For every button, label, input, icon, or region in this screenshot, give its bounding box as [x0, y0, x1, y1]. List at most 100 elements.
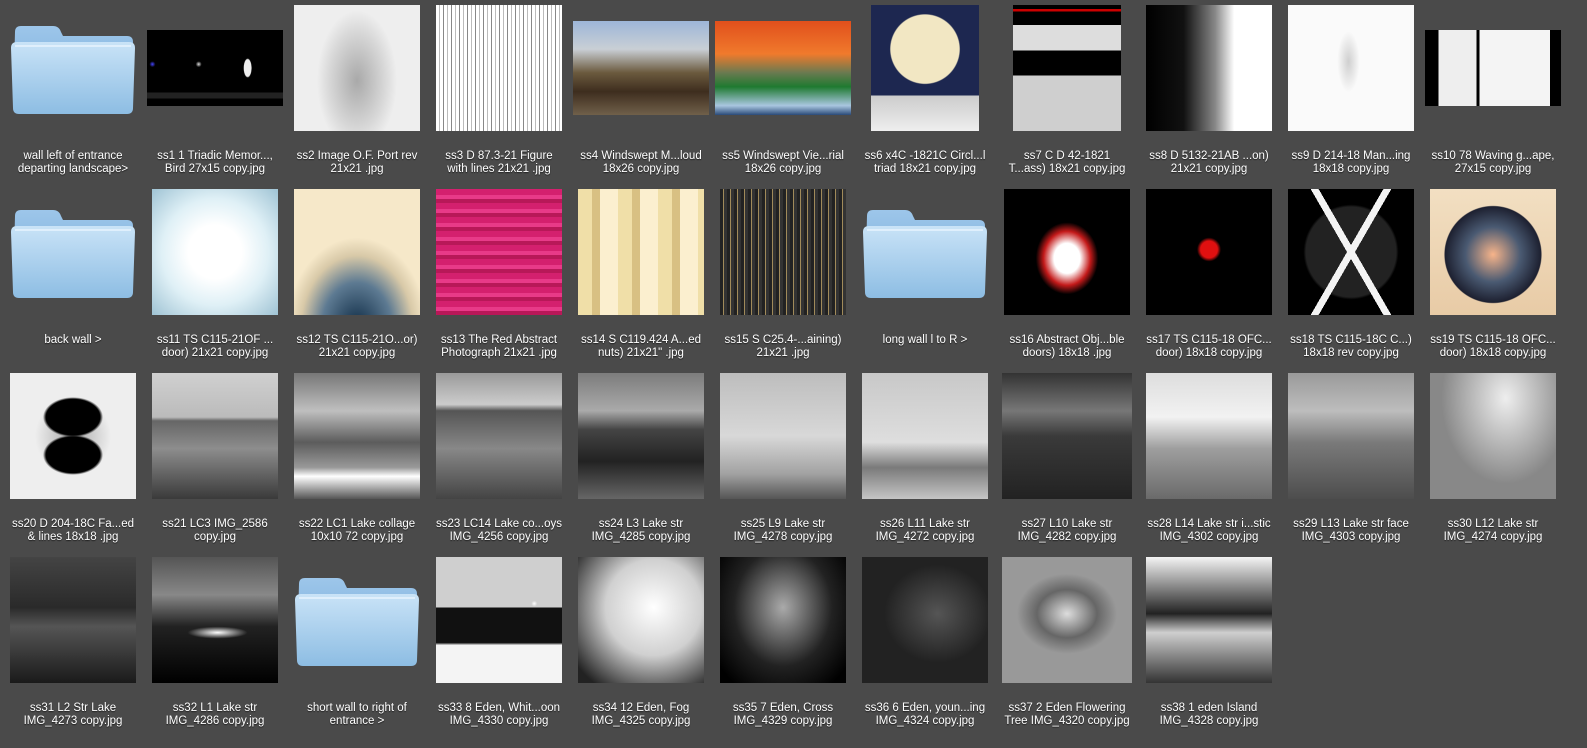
file-name: ss37 2 Eden Flowering Tree IMG_4320 copy… [1004, 702, 1130, 727]
file-item[interactable]: ss34 12 Eden, Fog IMG_4325 copy.jpg [570, 554, 712, 738]
file-name: ss25 L9 Lake str IMG_4278 copy.jpg [733, 518, 833, 543]
file-name: ss27 L10 Lake str IMG_4282 copy.jpg [1017, 518, 1117, 543]
file-item[interactable]: ss35 7 Eden, Cross IMG_4329 copy.jpg [712, 554, 854, 738]
file-item[interactable]: ss5 Windswept Vie...rial 18x26 copy.jpg [712, 2, 854, 186]
thumbnail-frame [1138, 186, 1280, 318]
file-item[interactable]: ss19 TS C115-18 OFC... door) 18x18 copy.… [1422, 186, 1564, 370]
thumbnail-frame [286, 186, 428, 318]
file-name: ss22 LC1 Lake collage 10x10 72 copy.jpg [298, 518, 416, 543]
folder-name: long wall l to R > [882, 334, 968, 346]
file-item[interactable]: ss16 Abstract Obj...ble doors) 18x18 .jp… [996, 186, 1138, 370]
file-item[interactable]: ss2 Image O.F. Port rev 21x21 .jpg [286, 2, 428, 186]
image-thumbnail [294, 5, 420, 131]
thumbnail-frame [570, 2, 712, 134]
thumbnail-frame [570, 370, 712, 502]
thumbnail-frame [286, 370, 428, 502]
image-thumbnail [578, 189, 704, 315]
image-thumbnail [1288, 373, 1414, 499]
file-item[interactable]: ss30 L12 Lake str IMG_4274 copy.jpg [1422, 370, 1564, 554]
thumbnail-frame [1138, 2, 1280, 134]
file-item[interactable]: ss23 LC14 Lake co...oys IMG_4256 copy.jp… [428, 370, 570, 554]
thumbnail-frame [996, 554, 1138, 686]
file-name: ss10 78 Waving g...ape, 27x15 copy.jpg [1431, 150, 1555, 175]
thumbnail-frame [144, 554, 286, 686]
file-item[interactable]: ss12 TS C115-21O...or) 21x21 copy.jpg [286, 186, 428, 370]
thumbnail-frame [570, 554, 712, 686]
image-thumbnail [152, 189, 278, 315]
file-name: ss31 L2 Str Lake IMG_4273 copy.jpg [23, 702, 123, 727]
file-item[interactable]: ss31 L2 Str Lake IMG_4273 copy.jpg [2, 554, 144, 738]
image-thumbnail [294, 189, 420, 315]
file-item[interactable]: ss15 S C25.4-...aining) 21x21 .jpg [712, 186, 854, 370]
file-item[interactable]: ss18 TS C115-18C C...) 18x18 rev copy.jp… [1280, 186, 1422, 370]
file-name: ss38 1 eden Island IMG_4328 copy.jpg [1159, 702, 1259, 727]
thumbnail-frame [1138, 554, 1280, 686]
file-item[interactable]: ss8 D 5132-21AB ...on) 21x21 copy.jpg [1138, 2, 1280, 186]
file-item[interactable]: ss1 1 Triadic Memor..., Bird 27x15 copy.… [144, 2, 286, 186]
image-thumbnail [1430, 189, 1556, 315]
thumbnail-frame [1280, 2, 1422, 134]
image-thumbnail [1146, 5, 1272, 131]
thumbnail-frame [712, 554, 854, 686]
file-item[interactable]: ss17 TS C115-18 OFC... door) 18x18 copy.… [1138, 186, 1280, 370]
file-item[interactable]: ss20 D 204-18C Fa...ed & lines 18x18 .jp… [2, 370, 144, 554]
file-name: ss13 The Red Abstract Photograph 21x21 .… [440, 334, 558, 359]
file-item[interactable]: ss36 6 Eden, youn...ing IMG_4324 copy.jp… [854, 554, 996, 738]
thumbnail-frame [1422, 370, 1564, 502]
file-name: ss23 LC14 Lake co...oys IMG_4256 copy.jp… [436, 518, 562, 543]
file-item[interactable]: ss4 Windswept M...loud 18x26 copy.jpg [570, 2, 712, 186]
image-thumbnail [1002, 557, 1132, 683]
file-name: ss17 TS C115-18 OFC... door) 18x18 copy.… [1146, 334, 1272, 359]
file-item[interactable]: ss27 L10 Lake str IMG_4282 copy.jpg [996, 370, 1138, 554]
thumbnail-frame [712, 186, 854, 318]
file-name: ss8 D 5132-21AB ...on) 21x21 copy.jpg [1149, 150, 1269, 175]
file-item[interactable]: ss6 x4C -1821C Circl...l triad 18x21 cop… [854, 2, 996, 186]
file-item[interactable]: ss33 8 Eden, Whit...oon IMG_4330 copy.jp… [428, 554, 570, 738]
file-name: ss6 x4C -1821C Circl...l triad 18x21 cop… [864, 150, 986, 175]
file-item[interactable]: ss14 S C119.424 A...ed nuts) 21x21" .jpg [570, 186, 712, 370]
image-thumbnail [862, 373, 988, 499]
file-item[interactable]: ss26 L11 Lake str IMG_4272 copy.jpg [854, 370, 996, 554]
folder-item[interactable]: short wall to right of entrance > [286, 554, 428, 738]
file-item[interactable]: ss13 The Red Abstract Photograph 21x21 .… [428, 186, 570, 370]
file-item[interactable]: ss9 D 214-18 Man...ing 18x18 copy.jpg [1280, 2, 1422, 186]
folder-item[interactable]: wall left of entrance departing landscap… [2, 2, 144, 186]
file-name: ss19 TS C115-18 OFC... door) 18x18 copy.… [1430, 334, 1556, 359]
image-thumbnail [578, 373, 704, 499]
file-item[interactable]: ss22 LC1 Lake collage 10x10 72 copy.jpg [286, 370, 428, 554]
image-thumbnail [436, 557, 562, 683]
folder-icon [854, 186, 996, 318]
folder-name: back wall > [44, 334, 102, 346]
thumbnail-frame [428, 554, 570, 686]
file-item[interactable]: ss11 TS C115-21OF ... door) 21x21 copy.j… [144, 186, 286, 370]
file-item[interactable]: ss21 LC3 IMG_2586 copy.jpg [144, 370, 286, 554]
file-item[interactable]: ss28 L14 Lake str i...stic IMG_4302 copy… [1138, 370, 1280, 554]
file-item[interactable]: ss10 78 Waving g...ape, 27x15 copy.jpg [1422, 2, 1564, 186]
folder-item[interactable]: back wall > [2, 186, 144, 370]
file-item[interactable]: ss25 L9 Lake str IMG_4278 copy.jpg [712, 370, 854, 554]
file-item[interactable]: ss29 L13 Lake str face IMG_4303 copy.jpg [1280, 370, 1422, 554]
file-item[interactable]: ss32 L1 Lake str IMG_4286 copy.jpg [144, 554, 286, 738]
folder-name: short wall to right of entrance > [307, 702, 407, 727]
file-name: ss3 D 87.3-21 Figure with lines 21x21 .j… [445, 150, 553, 175]
file-name: ss12 TS C115-21O...or) 21x21 copy.jpg [296, 334, 418, 359]
thumbnail-frame [428, 370, 570, 502]
file-name: ss36 6 Eden, youn...ing IMG_4324 copy.jp… [864, 702, 986, 727]
file-item[interactable]: ss24 L3 Lake str IMG_4285 copy.jpg [570, 370, 712, 554]
image-thumbnail [1146, 557, 1272, 683]
file-item[interactable]: ss3 D 87.3-21 Figure with lines 21x21 .j… [428, 2, 570, 186]
file-item[interactable]: ss37 2 Eden Flowering Tree IMG_4320 copy… [996, 554, 1138, 738]
image-thumbnail [152, 373, 278, 499]
file-name: ss7 C D 42-1821 T...ass) 18x21 copy.jpg [1008, 150, 1126, 175]
image-thumbnail [1013, 5, 1121, 131]
file-item[interactable]: ss7 C D 42-1821 T...ass) 18x21 copy.jpg [996, 2, 1138, 186]
thumbnail-frame [996, 2, 1138, 134]
image-thumbnail [720, 373, 846, 499]
file-item[interactable]: ss38 1 eden Island IMG_4328 copy.jpg [1138, 554, 1280, 738]
folder-item[interactable]: long wall l to R > [854, 186, 996, 370]
thumbnail-frame [996, 370, 1138, 502]
image-thumbnail [10, 557, 136, 683]
file-name: ss18 TS C115-18C C...) 18x18 rev copy.jp… [1290, 334, 1412, 359]
file-name: ss26 L11 Lake str IMG_4272 copy.jpg [875, 518, 975, 543]
thumbnail-frame [286, 2, 428, 134]
